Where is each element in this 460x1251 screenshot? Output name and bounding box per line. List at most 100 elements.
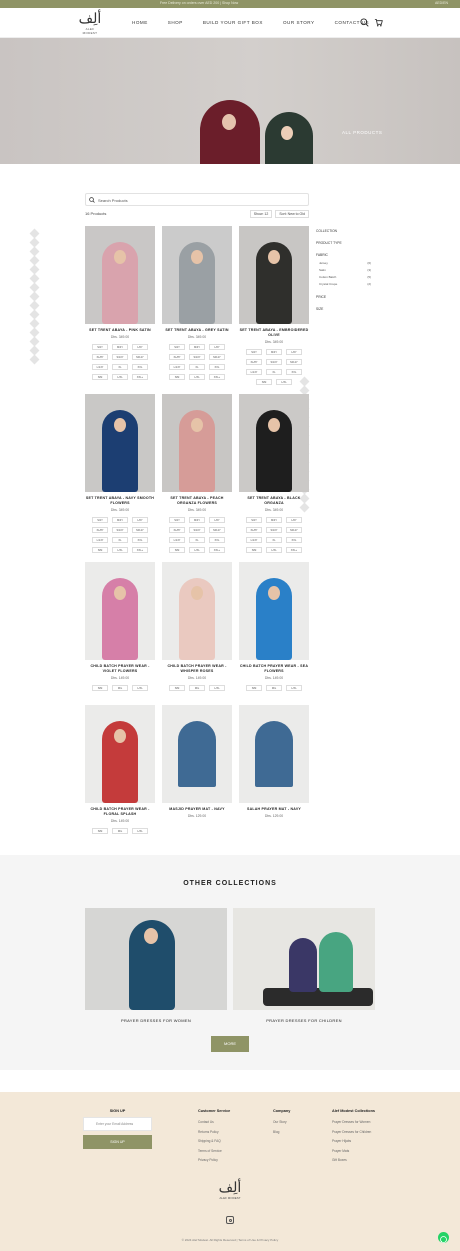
footer-link[interactable]: Returns Policy bbox=[198, 1130, 230, 1134]
size-option[interactable]: L/14Y bbox=[246, 537, 262, 543]
collection-card-women[interactable]: PRAYER DRESSES FOR WOMEN bbox=[85, 908, 227, 1023]
product-name[interactable]: SET TRENT ABAYA - PEACH ORGANZA FLOWERS bbox=[162, 496, 232, 506]
footer-link[interactable]: Gift Boxes bbox=[332, 1158, 375, 1162]
size-option[interactable]: L/6Y bbox=[209, 344, 225, 350]
size-option[interactable]: XL/8Y bbox=[169, 354, 185, 360]
size-option[interactable]: S/M bbox=[169, 685, 185, 691]
size-option[interactable]: S/10Y bbox=[112, 527, 128, 533]
email-field[interactable]: Enter your Email Address bbox=[83, 1117, 152, 1131]
show-per-page[interactable]: Show: 12 bbox=[249, 210, 273, 218]
size-option[interactable]: XL bbox=[189, 537, 205, 543]
size-option[interactable]: S/M bbox=[256, 379, 272, 385]
size-option[interactable]: L/6Y bbox=[209, 517, 225, 523]
size-option[interactable]: L/14Y bbox=[246, 369, 262, 375]
size-option[interactable]: M/4Y bbox=[266, 349, 282, 355]
product-name[interactable]: CHILD BATCH PRAYER WEAR - SEA FLOWERS bbox=[239, 664, 309, 674]
size-option[interactable]: XL bbox=[266, 537, 282, 543]
size-option[interactable]: XL bbox=[112, 537, 128, 543]
product-card[interactable]: SET TRENT ABAYA - GREY SATIN Dhs. 349.00 S… bbox=[162, 226, 232, 380]
size-option[interactable]: L/XL bbox=[132, 828, 148, 834]
product-name[interactable]: SET TRENT ABAYA - NAVY SMOOTH FLOWERS bbox=[85, 496, 155, 506]
fabric-option[interactable]: Satin (3) bbox=[319, 268, 371, 272]
collection-image-women[interactable] bbox=[85, 908, 227, 1010]
size-option[interactable]: XL bbox=[266, 369, 282, 375]
product-card[interactable]: CHILD BATCH PRAYER WEAR - WHISPER ROSES D… bbox=[162, 562, 232, 691]
size-option[interactable]: M/12Y bbox=[132, 354, 148, 360]
nav-item-gift-box[interactable]: BUILD YOUR GIFT BOX bbox=[203, 20, 263, 25]
size-option[interactable]: M/12Y bbox=[286, 359, 302, 365]
size-option[interactable]: XXL bbox=[209, 537, 225, 543]
whatsapp-chat-button[interactable] bbox=[438, 1232, 449, 1243]
size-option[interactable]: M/L bbox=[189, 685, 205, 691]
size-option[interactable]: M/L bbox=[112, 685, 128, 691]
product-card[interactable]: CHILD BATCH PRAYER WEAR - VIOLET FLOWERS… bbox=[85, 562, 155, 691]
size-option[interactable]: M/12Y bbox=[209, 527, 225, 533]
size-option[interactable]: L/XL bbox=[189, 374, 205, 380]
product-card[interactable]: CHILD BATCH PRAYER WEAR - FLORAL SPLASH D… bbox=[85, 705, 155, 834]
size-option[interactable]: S/M bbox=[246, 547, 262, 553]
size-option[interactable]: L/XL bbox=[112, 374, 128, 380]
size-option[interactable]: M/4Y bbox=[266, 517, 282, 523]
footer-link[interactable]: Prayer Dresses for Children bbox=[332, 1130, 375, 1134]
filter-product-type[interactable]: PRODUCT TYPE bbox=[316, 241, 356, 245]
size-option[interactable]: XL/8Y bbox=[246, 359, 262, 365]
footer-link[interactable]: Blog bbox=[273, 1130, 290, 1134]
product-card[interactable]: MASJID PRAYER MAT - NAVY Dhs. 129.00 bbox=[162, 705, 232, 818]
size-option[interactable]: XL/8Y bbox=[246, 527, 262, 533]
product-image[interactable] bbox=[239, 562, 309, 660]
size-option[interactable]: XXL+ bbox=[209, 374, 225, 380]
size-option[interactable]: XXL+ bbox=[286, 547, 302, 553]
product-image[interactable] bbox=[239, 705, 309, 803]
size-option[interactable]: M/L bbox=[112, 828, 128, 834]
product-search[interactable]: Search Products bbox=[85, 193, 309, 206]
size-option[interactable]: L/XL bbox=[286, 685, 302, 691]
collection-image-children[interactable] bbox=[233, 908, 375, 1010]
size-option[interactable]: M/12Y bbox=[286, 527, 302, 533]
size-option[interactable]: S/M bbox=[92, 828, 108, 834]
footer-link[interactable]: Prayer Hijabs bbox=[332, 1139, 375, 1143]
size-option[interactable]: M/4Y bbox=[189, 344, 205, 350]
product-name[interactable]: SET TRENT ABAYA - GREY SATIN bbox=[162, 328, 232, 333]
footer-link[interactable]: Prayer Mats bbox=[332, 1149, 375, 1153]
product-image[interactable] bbox=[85, 705, 155, 803]
filter-size[interactable]: SIZE bbox=[316, 307, 356, 311]
size-option[interactable]: S/2Y bbox=[246, 349, 262, 355]
size-option[interactable]: S/2Y bbox=[169, 344, 185, 350]
size-option[interactable]: S/M bbox=[92, 685, 108, 691]
footer-link[interactable]: Our Story bbox=[273, 1120, 290, 1124]
fabric-option[interactable]: Crystal Crepe (2) bbox=[319, 282, 371, 286]
product-card[interactable]: SET TRENT ABAYA - PEACH ORGANZA FLOWERS D… bbox=[162, 394, 232, 553]
product-card[interactable]: SET TRENT ABAYA - NAVY SMOOTH FLOWERS Dhs… bbox=[85, 394, 155, 553]
size-option[interactable]: L/XL bbox=[266, 547, 282, 553]
filter-collection[interactable]: COLLECTION bbox=[316, 229, 356, 233]
size-option[interactable]: L/14Y bbox=[92, 537, 108, 543]
size-option[interactable]: XXL+ bbox=[132, 374, 148, 380]
size-option[interactable]: S/M bbox=[169, 374, 185, 380]
footer-link[interactable]: Terms of Service bbox=[198, 1149, 230, 1153]
product-name[interactable]: CHILD BATCH PRAYER WEAR - WHISPER ROSES bbox=[162, 664, 232, 674]
product-image[interactable] bbox=[85, 562, 155, 660]
size-option[interactable]: S/M bbox=[92, 374, 108, 380]
size-option[interactable]: L/XL bbox=[112, 547, 128, 553]
size-option[interactable]: L/XL bbox=[276, 379, 292, 385]
collection-title-children[interactable]: PRAYER DRESSES FOR CHILDREN bbox=[233, 1018, 375, 1023]
size-option[interactable]: L/6Y bbox=[132, 517, 148, 523]
product-card[interactable]: SET TRENT ABAYA - EMBROIDERED OLIVE Dhs. … bbox=[239, 226, 309, 385]
size-option[interactable]: S/10Y bbox=[189, 354, 205, 360]
product-name[interactable]: MASJID PRAYER MAT - NAVY bbox=[162, 807, 232, 812]
size-option[interactable]: L/14Y bbox=[169, 364, 185, 370]
size-option[interactable]: L/6Y bbox=[286, 349, 302, 355]
size-option[interactable]: S/M bbox=[169, 547, 185, 553]
announcement-text[interactable]: Free Delivery on orders over AED 200 | S… bbox=[160, 1, 238, 5]
size-option[interactable]: L/6Y bbox=[286, 517, 302, 523]
size-option[interactable]: XXL+ bbox=[209, 547, 225, 553]
product-name[interactable]: CHILD BATCH PRAYER WEAR - FLORAL SPLASH bbox=[85, 807, 155, 817]
fabric-option[interactable]: Cotton Batch (5) bbox=[319, 275, 371, 279]
product-image[interactable] bbox=[239, 226, 309, 324]
size-option[interactable]: M/L bbox=[266, 685, 282, 691]
size-option[interactable]: S/M bbox=[92, 547, 108, 553]
product-image[interactable] bbox=[85, 226, 155, 324]
size-option[interactable]: XXL bbox=[286, 369, 302, 375]
size-option[interactable]: M/12Y bbox=[209, 354, 225, 360]
signup-button[interactable]: SIGN UP bbox=[83, 1135, 152, 1149]
